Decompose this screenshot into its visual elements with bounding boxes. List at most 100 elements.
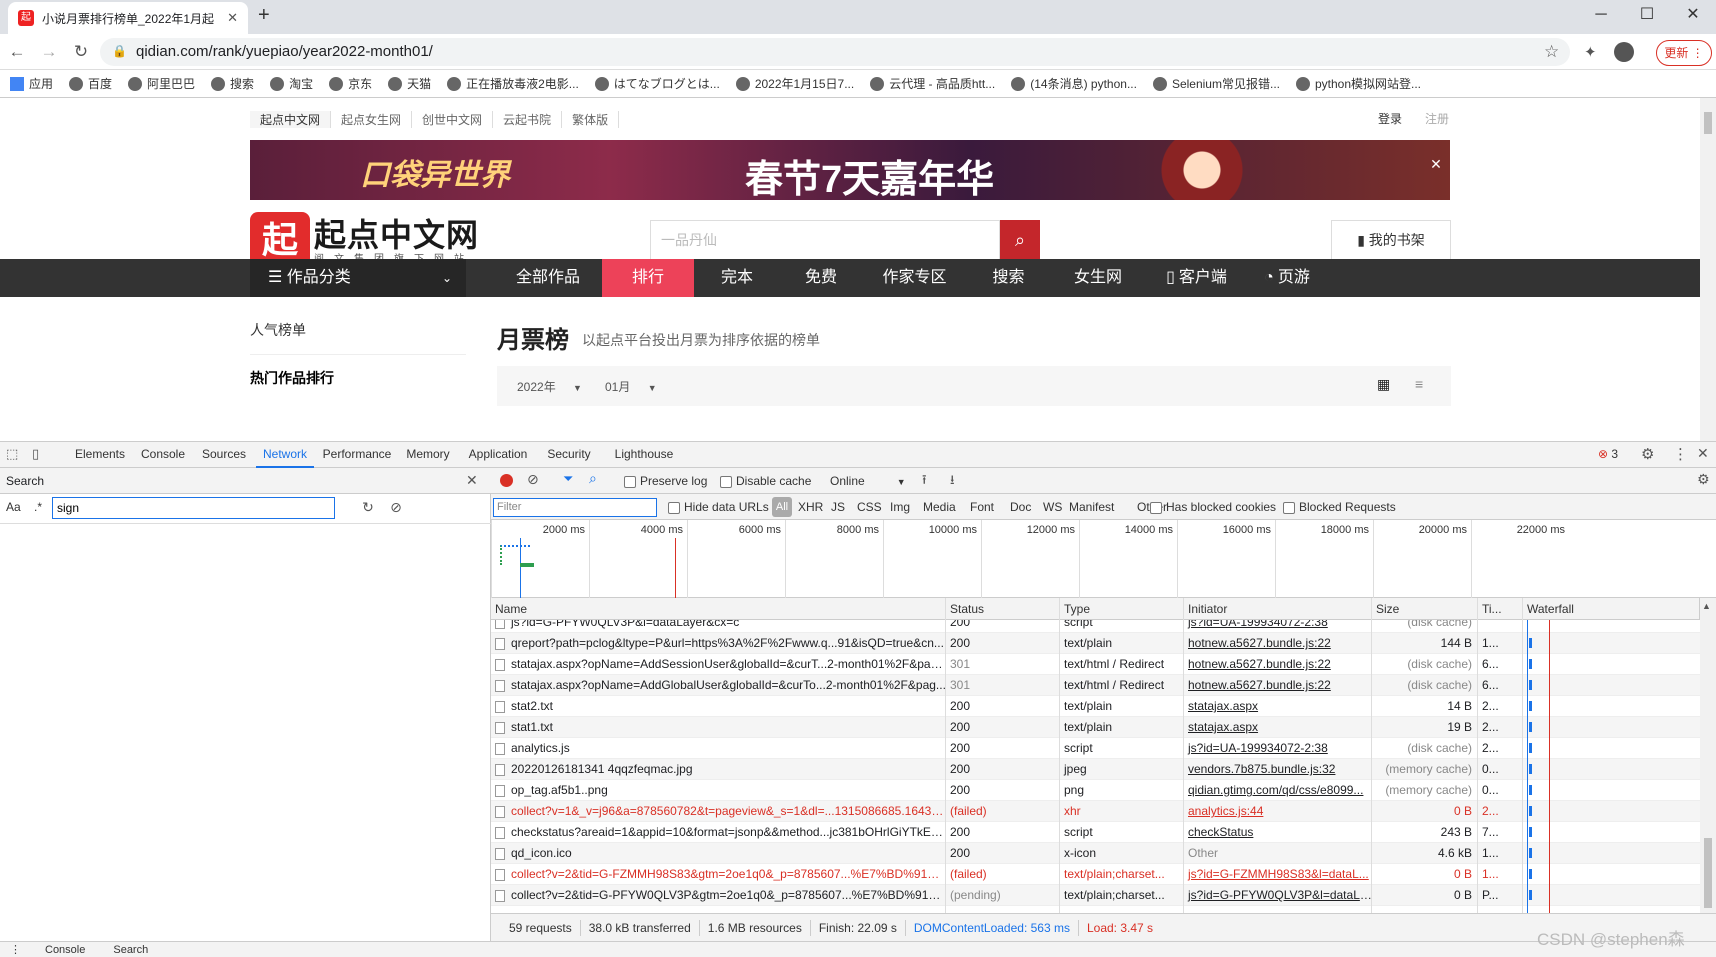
request-initiator[interactable]: vendors.7b875.bundle.js:32 (1184, 759, 1372, 780)
drawer-tab-console[interactable]: Console (31, 944, 99, 956)
bookmark-item[interactable]: 京东 (329, 75, 372, 92)
more-menu-icon[interactable]: ⋮ (1673, 445, 1688, 463)
hide-data-urls-checkbox[interactable]: Hide data URLs (668, 500, 769, 514)
request-initiator[interactable]: hotnew.a5627.bundle.js:22 (1184, 654, 1372, 675)
star-icon[interactable]: ☆ (1544, 42, 1559, 62)
export-har-icon[interactable]: ⭳ (950, 471, 955, 493)
refresh-search-icon[interactable]: ↻ (360, 499, 376, 517)
bookmark-item[interactable]: python模拟网站登... (1295, 75, 1421, 92)
page-scrollbar[interactable] (1700, 98, 1716, 441)
request-name[interactable]: analytics.js (491, 738, 946, 759)
match-case-toggle[interactable]: Aa (6, 500, 21, 514)
devtools-tab[interactable]: Network (256, 441, 314, 468)
regex-toggle[interactable]: .* (34, 500, 42, 514)
table-row[interactable]: statajax.aspx?opName=AddSessionUser&glob… (491, 654, 1716, 675)
site-search-input[interactable]: 一品丹仙 (650, 220, 1000, 260)
table-column-header[interactable]: Status (946, 598, 1060, 620)
table-row[interactable]: stat2.txt 200 text/plain statajax.aspx 14 B 2… (491, 696, 1716, 717)
request-initiator[interactable]: statajax.aspx (1184, 696, 1372, 717)
bookmark-item[interactable]: 应用 (10, 75, 53, 92)
bookshelf-button[interactable]: ▮ 我的书架 (1331, 220, 1451, 260)
reload-icon[interactable]: ↻ (68, 40, 94, 66)
main-nav-item[interactable]: 女生网 (1050, 259, 1146, 297)
devtools-tab[interactable]: Console (134, 441, 192, 468)
device-toggle-icon[interactable]: ▯ (32, 446, 39, 462)
request-name[interactable]: stat1.txt (491, 717, 946, 738)
devtools-tab[interactable]: Lighthouse (608, 441, 680, 468)
table-row[interactable]: checkstatus?areaid=1&appid=10&format=jso… (491, 822, 1716, 843)
bookmark-item[interactable]: 2022年1月15日7... (735, 75, 854, 92)
category-menu-button[interactable]: ☰ 作品分类 ⌄ (250, 259, 466, 297)
devtools-tab[interactable]: Memory (399, 441, 457, 468)
request-name[interactable]: op_tag.af5b1..png (491, 780, 946, 801)
type-filter[interactable]: JS (831, 500, 845, 514)
login-link[interactable]: 登录 (1378, 110, 1402, 127)
blocked-cookies-checkbox[interactable]: Has blocked cookies (1150, 500, 1276, 514)
update-button[interactable]: 更新 ⋮ (1656, 40, 1712, 66)
clear-log-icon[interactable]: ⊘ (527, 471, 539, 488)
table-scrollbar[interactable] (1700, 598, 1716, 913)
main-nav-item[interactable]: 搜索 (967, 259, 1050, 297)
drawer-tab-search[interactable]: Search (99, 944, 162, 956)
year-select[interactable]: 2022年 ▼ (517, 378, 582, 395)
address-bar[interactable]: qidian.com/rank/yuepiao/year2022-month01… (100, 38, 1570, 66)
record-icon[interactable] (500, 474, 513, 487)
request-name[interactable]: collect?v=1&_v=j96&a=878560782&t=pagevie… (491, 801, 946, 822)
table-row[interactable]: qd_icon.ico 200 x-icon Other 4.6 kB 1... (491, 843, 1716, 864)
list-view-icon[interactable]: ≡ (1415, 376, 1423, 392)
main-nav-item[interactable]: 作家专区 (862, 259, 967, 297)
devtools-tab[interactable]: Application (462, 441, 534, 468)
request-initiator[interactable]: hotnew.a5627.bundle.js:22 (1184, 633, 1372, 654)
site-nav-item[interactable]: 繁体版 (562, 110, 620, 128)
close-window-icon[interactable]: ✕ (1670, 0, 1716, 34)
network-settings-icon[interactable]: ⚙ (1697, 471, 1710, 488)
extensions-icon[interactable]: ✦ (1584, 43, 1597, 61)
type-filter[interactable]: Img (890, 500, 910, 514)
main-nav-item[interactable]: 免费 (780, 259, 862, 297)
site-nav-item[interactable]: 创世中文网 (412, 110, 494, 128)
site-nav-item[interactable]: 起点中文网 (250, 110, 332, 128)
table-row[interactable]: op_tag.af5b1..png 200 png qidian.gtimg.com/… (491, 780, 1716, 801)
request-name[interactable]: js?id=G-PFYW0QLV3P&l=dataLayer&cx=c (491, 620, 946, 633)
bookmark-item[interactable]: Selenium常见报错... (1152, 75, 1280, 92)
devtools-tab[interactable]: Elements (70, 441, 130, 468)
close-devtools-icon[interactable]: ✕ (1697, 445, 1709, 462)
clear-search-icon[interactable]: ⊘ (388, 499, 404, 517)
request-initiator[interactable]: statajax.aspx (1184, 717, 1372, 738)
request-initiator[interactable]: Other (1184, 843, 1372, 864)
request-initiator[interactable]: hotnew.a5627.bundle.js:22 (1184, 675, 1372, 696)
request-initiator[interactable]: checkStatus (1184, 822, 1372, 843)
browser-tab[interactable]: 起 小说月票排行榜单_2022年1月起 ✕ (8, 2, 248, 34)
table-row[interactable]: statajax.aspx?opName=AddGlobalUser&globa… (491, 675, 1716, 696)
close-search-icon[interactable]: ✕ (466, 472, 482, 490)
request-name[interactable]: stat2.txt (491, 696, 946, 717)
devtools-tab[interactable]: Performance (318, 441, 396, 468)
month-select[interactable]: 01月 ▼ (605, 378, 657, 395)
request-name[interactable]: statajax.aspx?opName=AddSessionUser&glob… (491, 654, 946, 675)
type-filter[interactable]: Doc (1010, 500, 1031, 514)
request-name[interactable]: qd_icon.ico (491, 843, 946, 864)
request-name[interactable]: collect?v=2&tid=G-PFYW0QLV3P&gtm=2oe1q0&… (491, 885, 946, 906)
blocked-requests-checkbox[interactable]: Blocked Requests (1283, 500, 1396, 514)
new-tab-button[interactable]: + (258, 4, 270, 27)
table-column-header[interactable]: Name (491, 598, 946, 620)
table-row[interactable]: collect?v=2&tid=G-FZMMH98S83&gtm=2oe1q0&… (491, 864, 1716, 885)
close-tab-icon[interactable]: ✕ (227, 10, 238, 26)
disable-cache-checkbox[interactable]: Disable cache (720, 474, 811, 488)
bookmark-item[interactable]: 阿里巴巴 (128, 75, 195, 92)
table-column-header[interactable]: Initiator (1184, 598, 1372, 620)
request-name[interactable]: checkstatus?areaid=1&appid=10&format=jso… (491, 822, 946, 843)
request-initiator[interactable]: js?id=UA-199934072-2:38 (1184, 620, 1372, 633)
site-nav-item[interactable]: 云起书院 (493, 110, 563, 128)
table-row[interactable]: 20220126181341 4qqzfeqmac.jpg 200 jpeg vend… (491, 759, 1716, 780)
bookmark-item[interactable]: 天猫 (388, 75, 431, 92)
forward-icon[interactable]: → (36, 40, 62, 66)
bookmark-item[interactable]: 云代理 - 高品质htt... (870, 75, 995, 92)
request-initiator[interactable]: js?id=UA-199934072-2:38 (1184, 738, 1372, 759)
scroll-thumb[interactable] (1704, 838, 1712, 908)
request-name[interactable]: 20220126181341 4qqzfeqmac.jpg (491, 759, 946, 780)
back-icon[interactable]: ← (4, 40, 30, 66)
type-filter-all[interactable]: All (772, 497, 792, 517)
network-filter-input[interactable]: Filter (493, 498, 657, 517)
devtools-tab[interactable]: Sources (195, 441, 253, 468)
